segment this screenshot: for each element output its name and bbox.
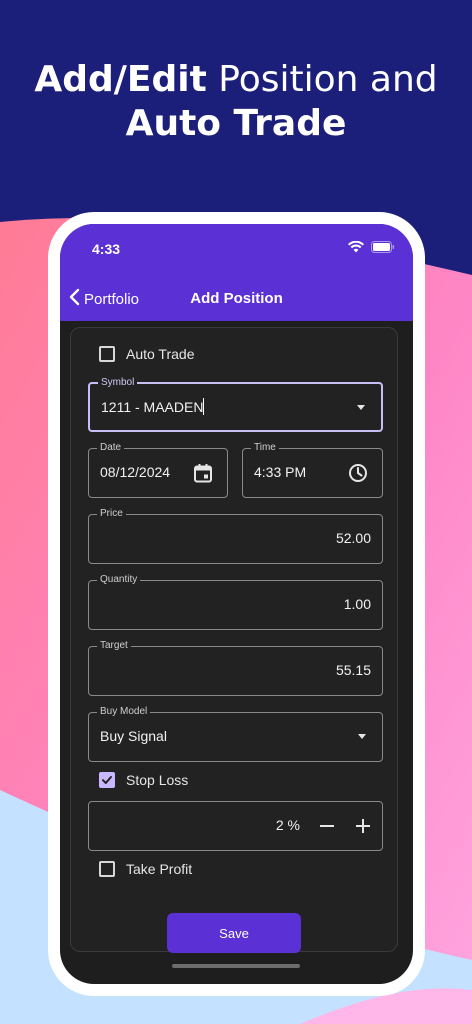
stop-loss-stepper: 2 % xyxy=(88,801,383,851)
auto-trade-checkbox-row[interactable]: Auto Trade xyxy=(99,346,195,362)
price-field[interactable]: Price 52.00 xyxy=(88,508,383,564)
status-time: 4:33 xyxy=(92,241,121,257)
plus-icon[interactable] xyxy=(351,814,375,838)
phone-frame: 4:33 Portfolio Add Position Auto Trade S… xyxy=(48,212,425,996)
target-label: Target xyxy=(97,640,131,652)
take-profit-checkbox-row[interactable]: Take Profit xyxy=(99,861,192,877)
quantity-field[interactable]: Quantity 1.00 xyxy=(88,574,383,630)
symbol-select[interactable]: Symbol 1211 - MAADEN xyxy=(88,377,383,432)
stop-loss-value: 2 % xyxy=(275,817,300,833)
home-indicator xyxy=(172,964,300,968)
take-profit-label: Take Profit xyxy=(126,861,193,877)
headline-bold-1: Add/Edit xyxy=(34,59,207,100)
symbol-label: Symbol xyxy=(98,377,138,389)
headline-normal-1: Position and xyxy=(206,59,438,100)
target-value: 55.15 xyxy=(335,662,371,678)
clock-icon[interactable] xyxy=(348,463,368,488)
app-screen: 4:33 Portfolio Add Position Auto Trade S… xyxy=(60,224,413,984)
date-field[interactable]: Date 08/12/2024 xyxy=(88,442,228,498)
quantity-value: 1.00 xyxy=(343,596,371,612)
auto-trade-label: Auto Trade xyxy=(126,346,195,362)
stop-loss-checkbox-row[interactable]: Stop Loss xyxy=(99,772,188,788)
take-profit-checkbox[interactable] xyxy=(99,861,115,877)
time-label: Time xyxy=(251,442,279,454)
status-bar: 4:33 xyxy=(60,224,413,272)
time-value: 4:33 PM xyxy=(254,464,307,480)
quantity-label: Quantity xyxy=(97,574,141,586)
price-value: 52.00 xyxy=(335,530,371,546)
stop-loss-label: Stop Loss xyxy=(126,772,189,788)
buy-model-select[interactable]: Buy Model Buy Signal xyxy=(88,706,383,762)
page-title: Add Position xyxy=(190,290,283,307)
navigation-bar: Portfolio Add Position xyxy=(60,284,413,314)
checkmark-icon xyxy=(102,776,112,784)
time-field[interactable]: Time 4:33 PM xyxy=(242,442,383,498)
target-field[interactable]: Target 55.15 xyxy=(88,640,383,696)
wifi-icon xyxy=(348,240,364,258)
stop-loss-checkbox[interactable] xyxy=(99,772,115,788)
dropdown-caret-icon xyxy=(358,734,366,739)
symbol-value: 1211 - MAADEN xyxy=(101,398,205,415)
price-label: Price xyxy=(97,508,126,520)
text-cursor xyxy=(203,398,205,415)
save-button[interactable]: Save xyxy=(167,913,301,953)
minus-icon[interactable] xyxy=(315,814,339,838)
status-icons xyxy=(348,240,395,258)
date-value: 08/12/2024 xyxy=(100,464,171,480)
app-bar: 4:33 Portfolio Add Position xyxy=(60,224,413,321)
auto-trade-checkbox[interactable] xyxy=(99,346,115,362)
headline-bold-2: Auto Trade xyxy=(125,103,347,144)
calendar-icon[interactable] xyxy=(193,463,213,488)
promo-headline: Add/Edit Position and Auto Trade xyxy=(0,58,472,146)
buy-model-label: Buy Model xyxy=(97,706,151,718)
battery-icon xyxy=(371,240,395,258)
dropdown-caret-icon xyxy=(357,405,365,410)
date-label: Date xyxy=(97,442,125,454)
buy-model-value: Buy Signal xyxy=(100,728,167,744)
position-form: Auto Trade Symbol 1211 - MAADEN Date 08/… xyxy=(70,327,398,953)
